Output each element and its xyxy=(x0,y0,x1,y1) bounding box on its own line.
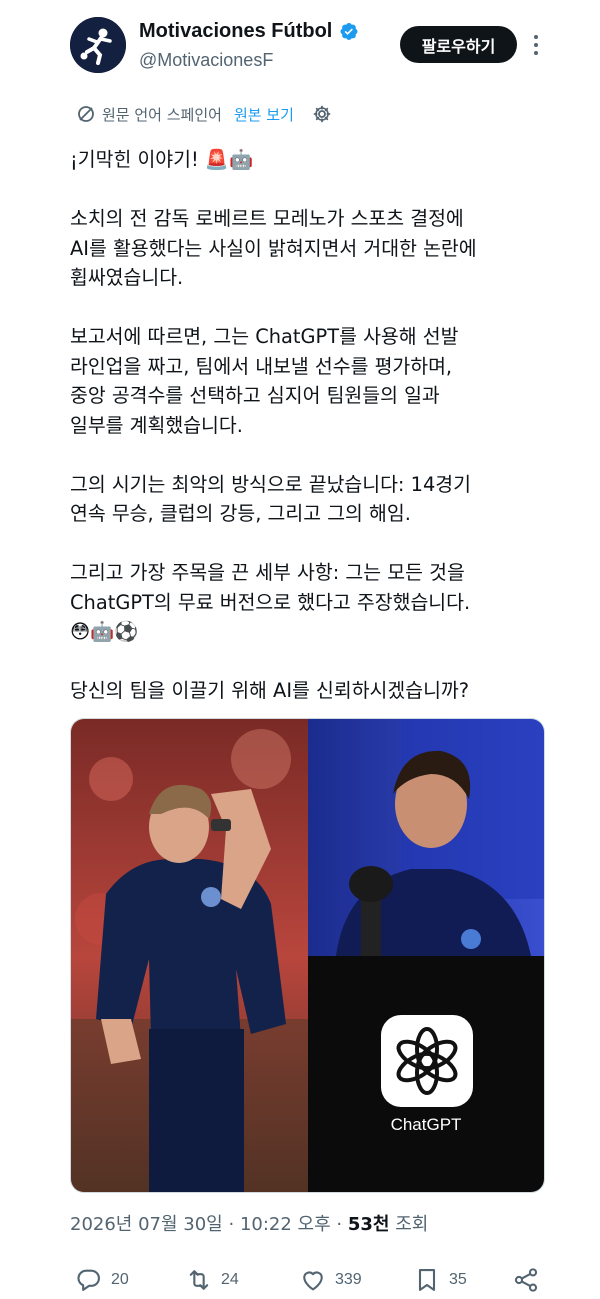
chatgpt-caption: ChatGPT xyxy=(390,1115,462,1134)
follow-button[interactable]: 팔로우하기 xyxy=(400,26,517,63)
translation-settings-gear-icon[interactable] xyxy=(312,104,332,124)
bookmark-count: 35 xyxy=(449,1271,467,1288)
bookmark-button[interactable]: 35 xyxy=(413,1262,467,1298)
reply-count: 20 xyxy=(111,1271,129,1288)
post-time[interactable]: 10:22 오후 xyxy=(240,1214,331,1235)
verified-badge-icon xyxy=(338,21,359,42)
tweet-paragraph: 그리고 가장 주목을 끈 세부 사항: 그는 모든 것을 ChatGPT의 무료… xyxy=(70,561,471,643)
bookmark-icon xyxy=(413,1266,441,1294)
tweet-text: ¡기막힌 이야기! 🚨🤖 소치의 전 감독 로베르트 모레노가 스포츠 결정에 … xyxy=(70,145,580,706)
tweet-paragraph: 보고서에 따르면, 그는 ChatGPT를 사용해 선발 라인업을 짜고, 팀에… xyxy=(70,325,459,437)
tweet-paragraph: 소치의 전 감독 로베르트 모레노가 스포츠 결정에 AI를 활용했다는 사실이… xyxy=(70,207,477,289)
tweet-paragraph: ¡기막힌 이야기! 🚨🤖 xyxy=(70,148,254,171)
tweet-timestamp: 2026년 07월 30일 · 10:22 오후 · 53천 조회 xyxy=(70,1210,428,1236)
separator-dot: · xyxy=(336,1214,348,1235)
avatar[interactable] xyxy=(70,17,126,73)
reply-icon xyxy=(75,1266,103,1294)
views-label: 조회 xyxy=(395,1214,429,1235)
heart-icon xyxy=(299,1266,327,1294)
author-handle[interactable]: @MotivacionesF xyxy=(139,50,273,71)
tweet-header: Motivaciones Fútbol @MotivacionesF 팔로우하기 xyxy=(70,17,590,77)
more-options-icon[interactable] xyxy=(528,31,544,59)
coach-press-conference-photo xyxy=(308,719,544,956)
translation-bar: 원문 언어 스페인어 원본 보기 xyxy=(76,101,332,127)
share-icon xyxy=(512,1266,540,1294)
author-name-row: Motivaciones Fútbol xyxy=(139,20,359,43)
views-count: 53천 xyxy=(347,1214,390,1235)
repost-count: 24 xyxy=(221,1271,239,1288)
post-date[interactable]: 2026년 07월 30일 xyxy=(70,1214,223,1235)
repost-icon xyxy=(185,1266,213,1294)
chatgpt-logo-panel xyxy=(308,956,544,1192)
coach-stressed-photo xyxy=(71,719,308,1192)
tweet-paragraph: 당신의 팀을 이끌기 위해 AI를 신뢰하시겠습니까? xyxy=(70,679,470,702)
translation-source-text: 원문 언어 스페인어 xyxy=(102,105,222,124)
share-button[interactable] xyxy=(512,1262,540,1298)
translate-icon xyxy=(76,104,96,124)
reply-button[interactable]: 20 xyxy=(75,1262,129,1298)
author-display-name[interactable]: Motivaciones Fútbol xyxy=(139,20,332,43)
football-player-kick-icon xyxy=(70,17,126,73)
tweet-action-bar: 20 24 339 35 xyxy=(70,1262,550,1298)
like-count: 339 xyxy=(335,1271,362,1288)
like-button[interactable]: 339 xyxy=(299,1262,362,1298)
tweet-paragraph: 그의 시기는 최악의 방식으로 끝났습니다: 14경기 연속 무승, 클럽의 강… xyxy=(70,472,471,526)
separator-dot: · xyxy=(228,1214,240,1235)
repost-button[interactable]: 24 xyxy=(185,1262,239,1298)
show-original-link[interactable]: 원본 보기 xyxy=(234,104,294,125)
